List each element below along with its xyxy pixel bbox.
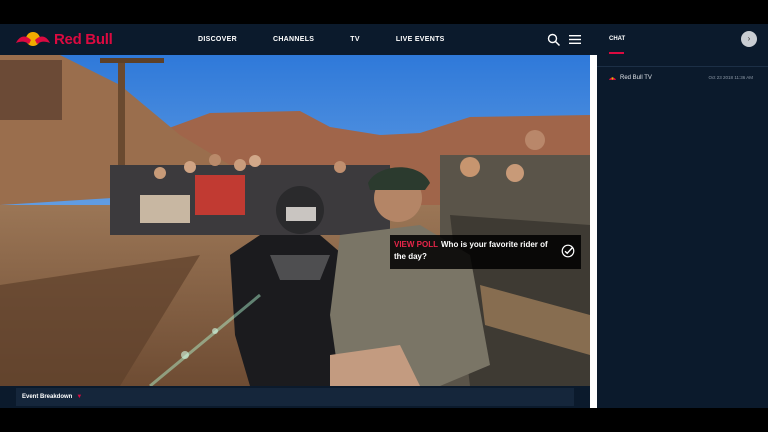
hamburger-menu-icon[interactable] (569, 34, 581, 45)
chat-username[interactable]: Red Bull TV (620, 75, 652, 81)
letterbox-bottom (0, 408, 768, 432)
red-bull-logo-icon (16, 32, 50, 46)
app-window: Red Bull DISCOVER CHANNELS TV LIVE EVENT… (0, 24, 768, 408)
brand-name: Red Bull (54, 30, 113, 48)
chat-message: Red Bull TV Oct 23 2018 11:36 AM (609, 73, 759, 83)
tab-active-indicator (609, 52, 624, 54)
chat-panel: CHAT › Red Bull TV Oct 23 2018 11:36 AM (597, 24, 768, 408)
video-bottom-bar: Event Breakdown ▼ (0, 386, 590, 408)
poll-label: VIEW POLL (394, 240, 438, 249)
red-bull-logo[interactable]: Red Bull (14, 29, 113, 49)
video-player[interactable]: VIEW POLL Who is your favorite rider of t… (0, 55, 590, 386)
nav-live-events[interactable]: LIVE EVENTS (396, 36, 445, 43)
chevron-right-icon[interactable]: › (741, 31, 757, 47)
video-frame (0, 55, 590, 386)
nav-tv[interactable]: TV (350, 36, 360, 43)
check-circle-icon[interactable] (561, 244, 575, 258)
panel-divider (590, 55, 597, 408)
caret-down-icon: ▼ (76, 394, 83, 400)
view-poll-overlay[interactable]: VIEW POLL Who is your favorite rider of t… (390, 235, 581, 269)
main-nav: DISCOVER CHANNELS TV LIVE EVENTS (198, 24, 481, 55)
red-bull-logo-icon (609, 76, 616, 80)
event-breakdown-label: Event Breakdown (22, 394, 73, 400)
letterbox-top (0, 0, 768, 24)
event-breakdown-toggle[interactable]: Event Breakdown ▼ (16, 388, 574, 406)
tab-chat[interactable]: CHAT (609, 36, 625, 42)
chat-header-divider (597, 66, 768, 67)
search-icon[interactable] (547, 33, 561, 47)
nav-channels[interactable]: CHANNELS (273, 36, 314, 43)
nav-discover[interactable]: DISCOVER (198, 36, 237, 43)
chat-timestamp: Oct 23 2018 11:36 AM (708, 75, 753, 80)
